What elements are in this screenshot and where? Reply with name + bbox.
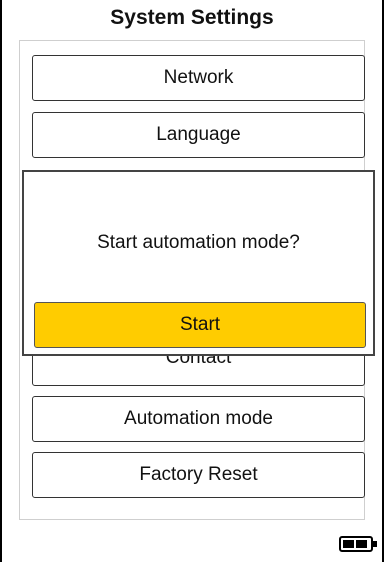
network-button[interactable]: Network xyxy=(32,55,365,101)
confirm-dialog: Start automation mode? Start xyxy=(22,170,375,356)
dialog-message: Start automation mode? xyxy=(97,232,300,253)
automation-mode-button[interactable]: Automation mode xyxy=(32,396,365,442)
language-button[interactable]: Language xyxy=(32,112,365,158)
start-button[interactable]: Start xyxy=(34,302,366,348)
factory-reset-button[interactable]: Factory Reset xyxy=(32,452,365,498)
page-title: System Settings xyxy=(110,6,274,29)
battery-icon xyxy=(339,536,377,552)
